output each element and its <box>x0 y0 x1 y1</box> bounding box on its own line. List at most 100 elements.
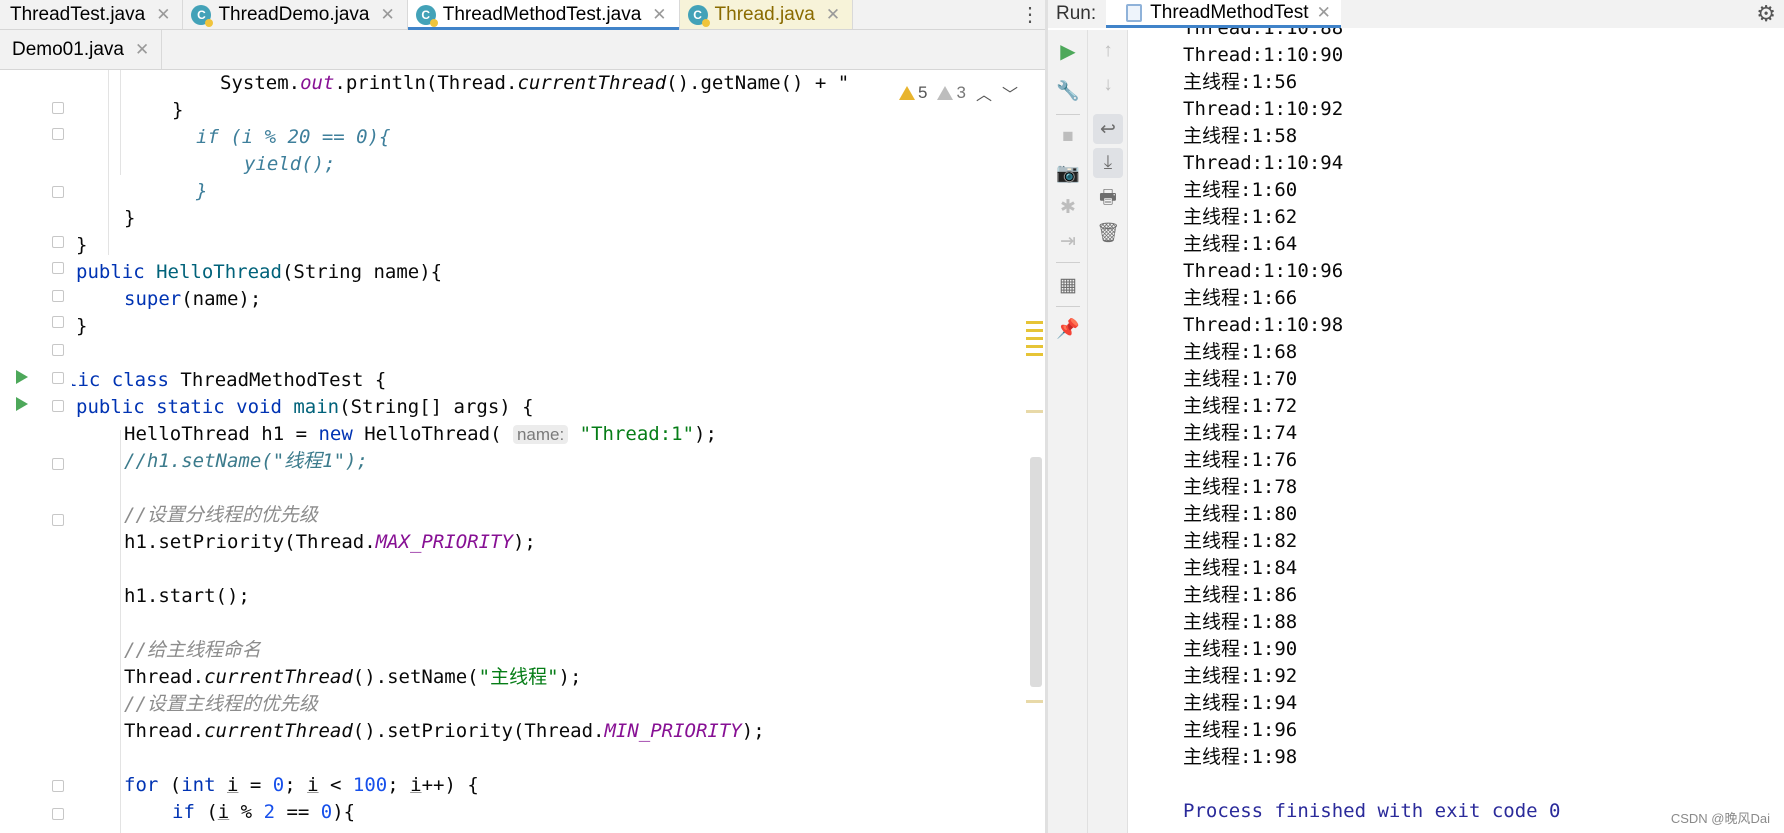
warning-marker[interactable] <box>1026 345 1043 348</box>
code-line: } <box>196 180 208 202</box>
code-line: public HelloThread(String name){ <box>76 261 443 283</box>
run-main-icon[interactable] <box>16 397 28 411</box>
fold-marker[interactable] <box>52 780 64 792</box>
wrench-icon[interactable]: 🔧 <box>1053 76 1083 106</box>
fold-marker[interactable] <box>52 290 64 302</box>
fold-marker[interactable] <box>52 514 64 526</box>
tab-run-config[interactable]: ThreadMethodTest ✕ <box>1106 0 1341 28</box>
indent-guide <box>120 70 121 175</box>
arrow-down-icon[interactable]: ↓ <box>1093 70 1123 100</box>
console-line: 主线程:1:64 <box>1183 233 1298 255</box>
editor-tab-bar-row2: Demo01.java ✕ <box>0 30 1045 70</box>
run-header: Run: ThreadMethodTest ✕ ⚙ <box>1048 0 1784 28</box>
java-class-icon: C <box>191 4 214 27</box>
fold-marker[interactable] <box>52 236 64 248</box>
console-line: Thread:1:10:94 <box>1183 152 1344 174</box>
weak-warning-icon <box>937 86 954 100</box>
code-editor[interactable]: System.out.println(Thread.currentThread(… <box>72 70 1024 833</box>
warning-marker[interactable] <box>1026 329 1043 332</box>
warning-marker[interactable] <box>1026 337 1043 340</box>
warning-marker[interactable] <box>1026 410 1043 413</box>
tab-thread[interactable]: C Thread.java ✕ <box>679 0 854 29</box>
more-tabs-icon[interactable]: ⋮ <box>1015 0 1045 29</box>
console-line: 主线程:1:56 <box>1183 71 1298 93</box>
pin-icon[interactable]: 📌 <box>1053 314 1083 344</box>
code-line: Thread.currentThread().setName("主线程"); <box>124 666 582 688</box>
weak-warning-count[interactable]: 3 <box>937 83 966 103</box>
debug-icon[interactable]: ✱ <box>1053 192 1083 222</box>
chevron-up-icon[interactable]: ︿ <box>976 81 992 105</box>
editor-gutter <box>0 70 72 833</box>
console-line: 主线程:1:94 <box>1183 692 1298 714</box>
fold-marker[interactable] <box>52 262 64 274</box>
tab-threadtest[interactable]: ThreadTest.java ✕ <box>0 0 184 29</box>
fold-marker[interactable] <box>52 186 64 198</box>
console-line: 主线程:1:62 <box>1183 206 1298 228</box>
warning-marker[interactable] <box>1026 700 1043 703</box>
code-line: //给主线程命名 <box>124 639 261 661</box>
exit-icon[interactable]: ⇥ <box>1053 226 1083 256</box>
fold-marker[interactable] <box>52 316 64 328</box>
warning-count-label: 5 <box>918 83 928 102</box>
warning-icon <box>899 86 915 100</box>
chevron-down-icon[interactable]: ﹀ <box>1002 81 1018 105</box>
inlay-hint: name: <box>512 425 569 444</box>
console-line: 主线程:1:68 <box>1183 341 1298 363</box>
fold-marker[interactable] <box>52 458 64 470</box>
console-output[interactable]: Thread:1:10:88 Thread:1:10:90 主线程:1:56 Thre… <box>1129 28 1784 833</box>
code-line: //h1.setName("线程1"); <box>124 450 368 472</box>
close-icon[interactable]: ✕ <box>826 5 840 25</box>
tab-threadmethodtest[interactable]: C ThreadMethodTest.java ✕ <box>407 0 680 30</box>
warning-marker[interactable] <box>1026 321 1043 324</box>
soft-wrap-icon[interactable]: ↩ <box>1093 114 1123 144</box>
console-line: Thread:1:10:98 <box>1183 314 1344 336</box>
editor-pane: ThreadTest.java ✕ C ThreadDemo.java ✕ C … <box>0 0 1045 833</box>
code-line: Thread.currentThread().setPriority(Threa… <box>124 720 765 742</box>
scroll-to-end-icon[interactable]: ⤓ <box>1093 148 1123 178</box>
console-line: 主线程:1:66 <box>1183 287 1298 309</box>
camera-icon[interactable]: 📷 <box>1053 158 1083 188</box>
run-toolbar-left: ▶ 🔧 ■ 📷 ✱ ⇥ ▦ 📌 <box>1048 30 1088 833</box>
watermark: CSDN @晚风Dai <box>1670 811 1770 826</box>
inspection-widget[interactable]: 5 3 ︿ ﹀ <box>895 80 1018 106</box>
fold-marker[interactable] <box>52 400 64 412</box>
fold-marker[interactable] <box>52 102 64 114</box>
code-line: } <box>172 99 184 121</box>
layout-icon[interactable]: ▦ <box>1053 270 1083 300</box>
close-icon[interactable]: ✕ <box>1317 3 1331 23</box>
toolbar-separator <box>1056 306 1080 307</box>
code-line: //设置分线程的优先级 <box>124 504 318 526</box>
close-icon[interactable]: ✕ <box>380 5 394 25</box>
tab-demo01[interactable]: Demo01.java ✕ <box>0 30 163 69</box>
rerun-icon[interactable]: ▶ <box>1053 36 1083 66</box>
print-icon[interactable]: 🖶 <box>1093 184 1123 214</box>
run-class-icon[interactable] <box>16 370 28 384</box>
fold-marker[interactable] <box>52 344 64 356</box>
tab-threaddemo[interactable]: C ThreadDemo.java ✕ <box>183 0 408 29</box>
close-icon[interactable]: ✕ <box>156 5 170 25</box>
console-line: 主线程:1:58 <box>1183 125 1298 147</box>
code-line: public static void main(String[] args) { <box>76 396 534 418</box>
console-line: 主线程:1:76 <box>1183 449 1298 471</box>
console-line: 主线程:1:92 <box>1183 665 1298 687</box>
fold-marker[interactable] <box>52 808 64 820</box>
warning-marker[interactable] <box>1026 353 1043 356</box>
close-icon[interactable]: ✕ <box>652 5 666 25</box>
gear-icon[interactable]: ⚙ <box>1756 1 1776 27</box>
close-icon[interactable]: ✕ <box>135 40 149 60</box>
fold-marker[interactable] <box>52 372 64 384</box>
code-line: yield(); <box>244 153 336 175</box>
editor-scrollbar[interactable] <box>1030 457 1042 687</box>
code-line: } <box>76 234 88 256</box>
fold-marker[interactable] <box>52 128 64 140</box>
code-line: } <box>124 207 136 229</box>
warning-count[interactable]: 5 <box>899 83 927 103</box>
error-stripe[interactable] <box>1024 70 1045 833</box>
stop-icon[interactable]: ■ <box>1053 122 1083 152</box>
code-line: //设置主线程的优先级 <box>124 693 318 715</box>
trash-icon[interactable]: 🗑 <box>1093 218 1123 248</box>
code-line: HelloThread h1 = new HelloThread( name: … <box>124 423 717 445</box>
console-line: Thread:1:10:92 <box>1183 98 1344 120</box>
arrow-up-icon[interactable]: ↑ <box>1093 36 1123 66</box>
console-line: 主线程:1:98 <box>1183 746 1298 768</box>
